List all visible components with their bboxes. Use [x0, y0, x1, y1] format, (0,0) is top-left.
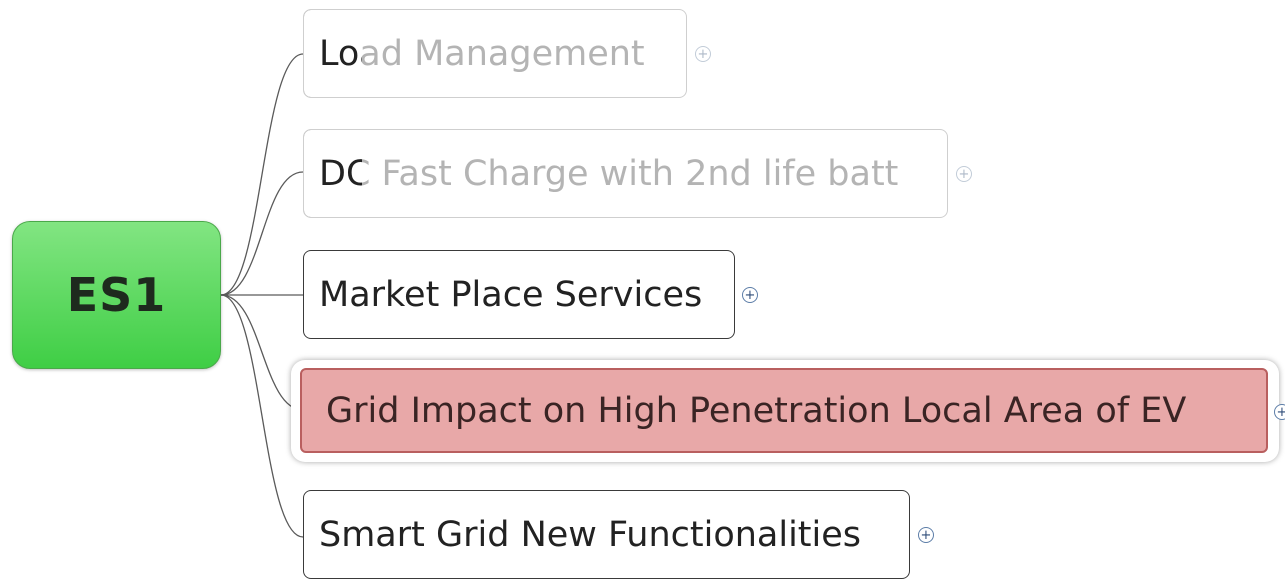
topic-smart-grid-new-functionalities[interactable]: Smart Grid New Functionalities — [303, 490, 910, 579]
plus-circle-icon[interactable]: + — [1274, 404, 1285, 420]
plus-circle-icon[interactable]: + — [695, 46, 711, 62]
topic-grid-impact-selected[interactable]: Grid Impact on High Penetration Local Ar… — [300, 368, 1268, 453]
plus-circle-icon[interactable]: + — [742, 287, 758, 303]
topic-dc-fast-charge[interactable]: DC Fast Charge with 2nd life batt DC Fas… — [303, 129, 948, 218]
topic-label: DC Fast Charge with 2nd life batt — [319, 153, 899, 194]
connector-load-management — [220, 53, 304, 296]
topic-label: Smart Grid New Functionalities — [319, 514, 862, 555]
expander-glyph: + — [958, 166, 970, 182]
plus-circle-icon[interactable]: + — [956, 166, 972, 182]
expander-glyph: + — [920, 527, 932, 543]
topic-label: Grid Impact on High Penetration Local Ar… — [326, 390, 1187, 431]
central-topic[interactable]: ES1 — [12, 221, 221, 369]
topic-load-management[interactable]: Load Management Load Management — [303, 9, 687, 98]
topic-reveal-strip: DC Fast Charge with 2nd life batt — [304, 130, 362, 217]
topic-market-place-services[interactable]: Market Place Services — [303, 250, 735, 339]
expander-glyph: + — [1276, 404, 1285, 420]
topic-reveal-strip: Load Management — [304, 10, 362, 97]
topic-label-reveal: DC Fast Charge with 2nd life batt — [319, 153, 362, 194]
connector-dc-fast-charge — [220, 171, 304, 296]
topic-label: Load Management — [319, 33, 645, 74]
expander-glyph: + — [744, 287, 756, 303]
topic-label: Market Place Services — [319, 274, 703, 315]
topic-label-reveal: Load Management — [319, 33, 362, 74]
plus-circle-icon[interactable]: + — [918, 527, 934, 543]
expander-glyph: + — [697, 46, 709, 62]
central-topic-label: ES1 — [66, 268, 167, 322]
